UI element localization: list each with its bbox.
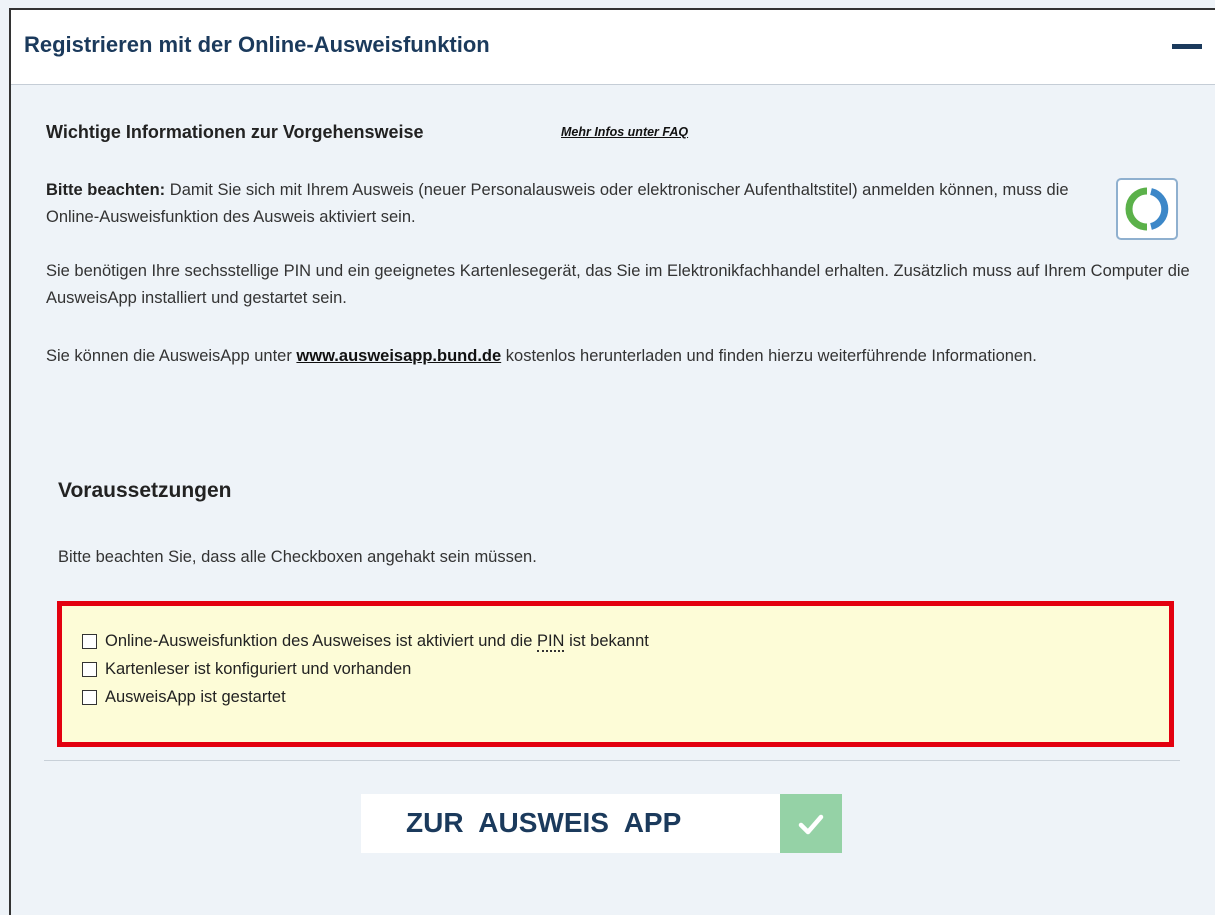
notice-text: Damit Sie sich mit Ihrem Ausweis (neuer … (46, 181, 1069, 226)
checkbox-id-function[interactable] (82, 633, 97, 649)
notice-paragraph: Bitte beachten: Damit Sie sich mit Ihrem… (46, 177, 1096, 231)
checkbox-card-reader[interactable] (82, 661, 97, 677)
requirements-paragraph: Sie benötigen Ihre sechsstellige PIN und… (46, 262, 1190, 307)
minus-icon (1172, 44, 1202, 49)
download-prefix: Sie können die AusweisApp unter (46, 347, 297, 365)
checkbox-label-card-reader: Kartenleser ist konfiguriert und vorhand… (105, 659, 412, 678)
open-ausweisapp-button[interactable]: ZUR AUSWEIS APP (361, 794, 842, 853)
info-heading: Wichtige Informationen zur Vorgehensweis… (46, 122, 424, 142)
prerequisites-hint: Bitte beachten Sie, dass alle Checkboxen… (58, 548, 537, 566)
label-text-start: Online-Ausweisfunktion des Ausweises ist… (105, 631, 537, 650)
checkbox-label-id-function: Online-Ausweisfunktion des Ausweises ist… (105, 631, 649, 652)
checkmark-icon (798, 814, 824, 835)
download-paragraph: Sie können die AusweisApp unter www.ausw… (46, 343, 1196, 370)
checkmark-tile[interactable] (780, 794, 842, 853)
checkbox-row-id-function[interactable]: Online-Ausweisfunktion des Ausweises ist… (82, 628, 649, 654)
checkbox-row-card-reader[interactable]: Kartenleser ist konfiguriert und vorhand… (82, 656, 411, 682)
collapse-button[interactable] (1166, 30, 1206, 60)
download-suffix: kostenlos herunterladen und finden hierz… (501, 347, 1037, 365)
panel-title: Registrieren mit der Online-Ausweisfunkt… (24, 32, 490, 57)
open-ausweisapp-label: ZUR AUSWEIS APP (406, 807, 682, 838)
faq-link[interactable]: Mehr Infos unter FAQ (561, 125, 688, 139)
prerequisites-heading: Voraussetzungen (58, 479, 232, 502)
panel-header[interactable]: Registrieren mit der Online-Ausweisfunkt… (11, 10, 1215, 85)
notice-label: Bitte beachten: (46, 181, 166, 199)
prerequisites-box: Online-Ausweisfunktion des Ausweises ist… (57, 601, 1174, 747)
ausweisapp-logo-icon[interactable] (1116, 178, 1178, 240)
ausweisapp-link[interactable]: www.ausweisapp.bund.de (296, 347, 501, 365)
section-divider (44, 760, 1180, 761)
checkbox-row-app-started[interactable]: AusweisApp ist gestartet (82, 684, 286, 710)
label-text-end: ist bekannt (564, 631, 649, 650)
panel-frame (9, 8, 1215, 915)
checkbox-app-started[interactable] (82, 689, 97, 705)
checkbox-label-app-started: AusweisApp ist gestartet (105, 687, 286, 706)
pin-abbreviation: PIN (536, 631, 565, 652)
